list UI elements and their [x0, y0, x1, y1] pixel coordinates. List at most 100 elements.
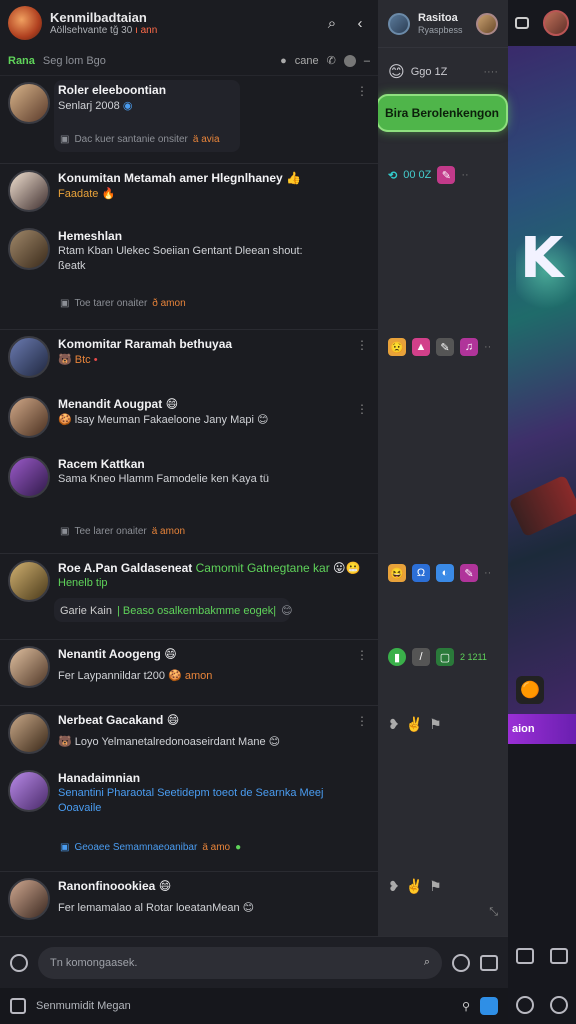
brush-icon: ✎	[436, 338, 454, 356]
search-icon[interactable]: ⌕	[322, 13, 342, 33]
message-input[interactable]: Tn komongaasek. ⌕	[38, 946, 442, 979]
list-item[interactable]: Nenantit Aoogeng 😄 Fer Laypannildar t200…	[0, 640, 378, 706]
status-dot-icon[interactable]	[343, 54, 356, 67]
member-row-6[interactable]: ❥ ✌ ⚑	[388, 716, 498, 733]
filter-right-label: cane	[294, 54, 319, 67]
search-icon[interactable]: ⌕	[424, 956, 430, 969]
list-item[interactable]: Roe A.Pan Galdaseneat Camomit Gatnegtane…	[0, 554, 378, 640]
pink-app-icon[interactable]: ✎	[437, 166, 456, 184]
member-row-7[interactable]: ❥ ✌ ⚑	[388, 878, 498, 895]
smile-emoji-icon: 😊	[388, 62, 405, 81]
app-icon[interactable]	[10, 998, 26, 1014]
image-icon[interactable]	[550, 948, 568, 964]
list-item[interactable]: Ranonfinoookiea 😄 Fer lemamalao al Rotar…	[0, 872, 378, 936]
avatar[interactable]	[8, 336, 50, 378]
artwork-weapon	[508, 474, 576, 538]
more-options-icon[interactable]: ⋮	[356, 648, 368, 662]
camera-icon: ▣	[60, 298, 70, 309]
sender-name: Roler eleeboontian	[58, 83, 167, 97]
screen-icon[interactable]	[516, 948, 534, 964]
game-topbar	[508, 0, 576, 46]
clock-icon[interactable]	[452, 953, 470, 972]
more-options-icon[interactable]: ⋮	[356, 84, 368, 98]
avatar[interactable]	[8, 228, 50, 270]
avatar[interactable]	[8, 396, 50, 438]
member-row-3[interactable]: 😟 ▲ ✎ ♫ ··	[388, 338, 498, 356]
expand-icon[interactable]: ⤡	[489, 906, 498, 919]
phone-icon[interactable]: ✆	[327, 54, 336, 67]
member-row-1[interactable]: 😊 Ggo 1Z ····	[388, 62, 498, 81]
avatar[interactable]	[8, 646, 50, 688]
more-options-icon[interactable]: ⋮	[356, 338, 368, 352]
more-options-icon[interactable]: ⋮	[356, 402, 368, 416]
emoji-icon: 😟	[388, 338, 406, 356]
more-dots-icon[interactable]: ····	[483, 66, 498, 78]
add-icon[interactable]	[10, 953, 28, 972]
game-badge-icon[interactable]: 🟠	[516, 676, 544, 704]
blue-app-icon: Ω	[412, 564, 430, 582]
blue-app-icon[interactable]	[480, 997, 498, 1015]
green-app-icon: ▮	[388, 648, 406, 666]
list-item[interactable]: Komomitar Raramah bethuyaa 🐻 Btc • ⋮ Men…	[0, 330, 378, 554]
avatar[interactable]	[8, 170, 50, 212]
avatar[interactable]	[8, 82, 50, 124]
member-avatar-2[interactable]	[476, 12, 498, 35]
green-frame-icon: ▢	[436, 648, 454, 666]
message-text: Senlarj 2008 ◉	[58, 99, 133, 112]
chevron-icon[interactable]: ··	[484, 341, 491, 353]
message-meta: ▣ Geoaee Semamnaeoanibar ä amo ●	[60, 842, 242, 853]
chat-message: Hanadaimnian Senantini Pharaotal Seetide…	[8, 770, 358, 816]
minus-icon[interactable]: –	[364, 55, 370, 67]
camera-icon: ▣	[60, 842, 70, 853]
member-row-4[interactable]: 😆 Ω ◐ ✎ ··	[388, 564, 498, 582]
camera-icon: ▣	[60, 134, 70, 145]
game-banner[interactable]: aion	[508, 714, 576, 744]
message-text: Henelb tip	[58, 577, 108, 589]
settings-icon[interactable]	[550, 996, 568, 1014]
list-item[interactable]: Roler eleeboontian Senlarj 2008 ◉ ▣ Dac …	[0, 76, 378, 164]
chat-message: Hemeshlan Rtam Kban Ulekec Soeiian Genta…	[8, 228, 308, 274]
avatar[interactable]	[8, 560, 50, 602]
more-dots-icon[interactable]: ··	[484, 567, 491, 579]
more-dots-icon[interactable]: ··	[461, 169, 468, 181]
chat-bubble-icon[interactable]	[515, 17, 529, 29]
filter-active[interactable]: Rana	[8, 55, 35, 67]
member-row-2[interactable]: ⟲ 00 0Z ✎ ··	[388, 166, 498, 184]
sender-name: Hemeshlan	[58, 229, 123, 243]
avatar[interactable]	[8, 878, 50, 920]
camera-icon: ▣	[60, 526, 70, 537]
gif-icon[interactable]	[480, 954, 498, 971]
server-logo[interactable]	[8, 6, 42, 40]
avatar[interactable]	[8, 712, 50, 754]
member-row-8[interactable]: ⤡	[388, 906, 498, 919]
avatar[interactable]	[8, 770, 50, 812]
thumb-icon: ✌	[405, 878, 424, 894]
message-placeholder: Tn komongaasek.	[50, 956, 138, 969]
avatar[interactable]	[8, 456, 50, 498]
target-icon[interactable]	[516, 996, 534, 1014]
list-item[interactable]: Konumitan Metamah amer Hlegnlhaney 👍 Faa…	[0, 164, 378, 330]
game-artwork[interactable]: K 🟠	[508, 46, 576, 714]
filter-muted[interactable]: Seg lom Bgo	[43, 55, 106, 67]
chat-message: Menandit Aougpat 😄 🍪 lsay Meuman Fakaelo…	[8, 396, 268, 438]
message-text: 🐻 Btc •	[58, 353, 98, 366]
chat-message: Komomitar Raramah bethuyaa 🐻 Btc •	[8, 336, 232, 378]
member-avatar[interactable]	[388, 12, 410, 35]
game-bottom-icons	[508, 948, 576, 964]
key-icon[interactable]: ⚲	[462, 1000, 470, 1013]
chat-subtitle: Aöllsehvante tğ 30 ı ann	[50, 25, 158, 36]
more-options-icon[interactable]: ⋮	[356, 714, 368, 728]
sender-name: Hanadaimnian	[58, 771, 141, 785]
pin-icon[interactable]: ●	[280, 55, 287, 67]
member-row-1-label: Ggo 1Z	[410, 65, 448, 78]
profile-avatar[interactable]	[543, 10, 569, 36]
join-button[interactable]: Bira Berolenkengon	[376, 94, 508, 132]
list-item[interactable]: Nerbeat Gacakand 😄 🐻 Loyo Yelmanetalredo…	[0, 706, 378, 872]
chat-message: Nenantit Aoogeng 😄 Fer Laypannildar t200…	[8, 646, 212, 688]
message-meta: ▣ Tee larer onaiter ä amon	[60, 526, 186, 537]
member-row-5[interactable]: ▮ / ▢ 2 1211	[388, 648, 498, 666]
back-arrow-icon[interactable]: ‹	[350, 13, 370, 33]
message-text: Fer Laypannildar t200 🍪 amon	[58, 669, 213, 682]
member-subtitle: Ryaspbess	[418, 24, 463, 35]
chat-title: Kenmilbadtaian	[50, 10, 147, 25]
